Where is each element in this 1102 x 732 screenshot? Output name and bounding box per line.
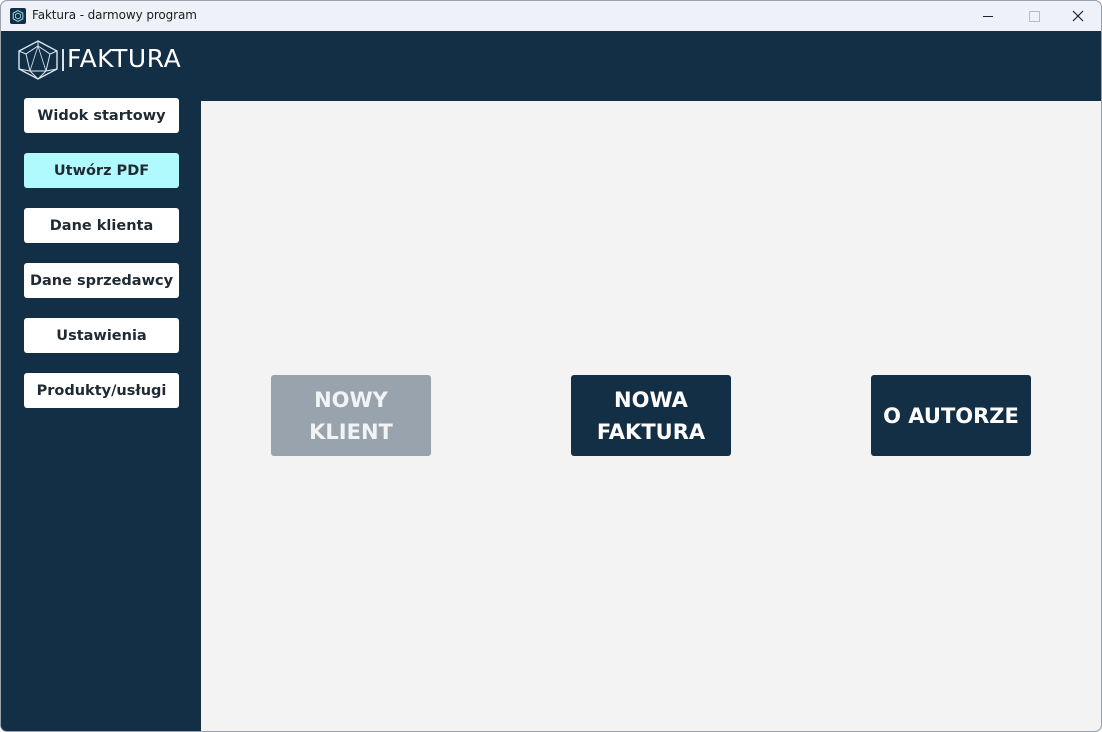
minimize-button[interactable] — [965, 1, 1011, 31]
app-window: Faktura - darmowy program FAKTURA Widok … — [0, 0, 1102, 732]
close-icon — [1072, 10, 1084, 22]
new-invoice-label-line1: NOWA — [614, 387, 688, 412]
nav-create-pdf-button[interactable]: Utwórz PDF — [24, 153, 179, 188]
about-author-label: O AUTORZE — [883, 403, 1019, 428]
nav-products-services-button[interactable]: Produkty/usługi — [24, 373, 179, 408]
title-bar: Faktura - darmowy program — [1, 1, 1101, 31]
new-client-label-line1: NOWY — [314, 387, 388, 412]
nav-start-view-button[interactable]: Widok startowy — [24, 98, 179, 133]
maximize-button[interactable] — [1011, 1, 1057, 31]
app-header: FAKTURA — [1, 31, 1101, 101]
nav-client-data-button[interactable]: Dane klienta — [24, 208, 179, 243]
about-author-button[interactable]: O AUTORZE — [871, 375, 1031, 456]
close-button[interactable] — [1055, 1, 1101, 31]
window-title: Faktura - darmowy program — [32, 8, 197, 22]
app-logo-text: FAKTURA — [67, 44, 182, 73]
main-content: NOWY KLIENT NOWA FAKTURA O AUTORZE — [201, 101, 1101, 731]
nav-settings-button[interactable]: Ustawienia — [24, 318, 179, 353]
hexagon-logo-icon — [10, 8, 26, 24]
maximize-icon — [1028, 10, 1040, 22]
nav-seller-data-button[interactable]: Dane sprzedawcy — [24, 263, 179, 298]
hexagon-logo-icon — [18, 40, 58, 80]
new-client-button[interactable]: NOWY KLIENT — [271, 375, 431, 456]
logo-divider — [62, 49, 64, 71]
new-invoice-label-line2: FAKTURA — [596, 419, 706, 444]
sidebar: Widok startowy Utwórz PDF Dane klienta D… — [1, 98, 201, 731]
new-client-label-line2: KLIENT — [309, 419, 393, 444]
new-invoice-button[interactable]: NOWA FAKTURA — [571, 375, 731, 456]
minimize-icon — [983, 15, 993, 17]
